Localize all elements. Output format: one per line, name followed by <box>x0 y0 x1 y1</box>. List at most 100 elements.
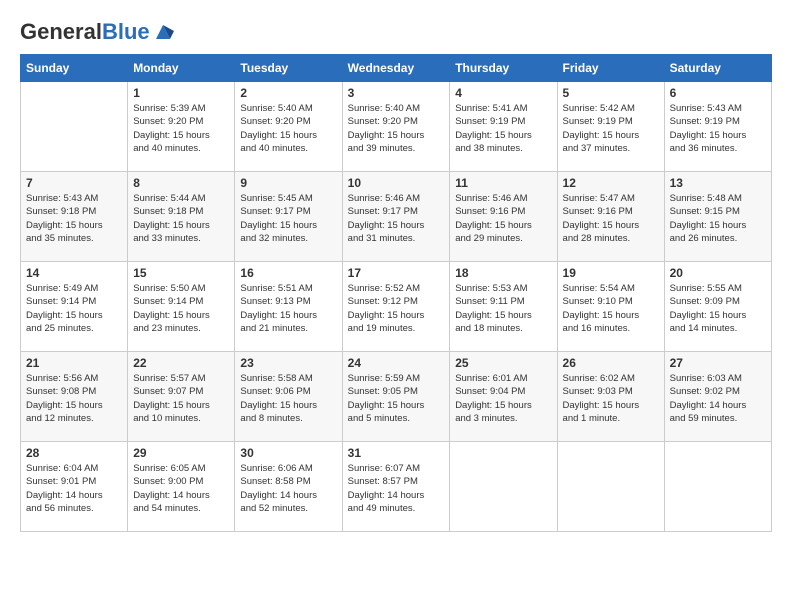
calendar-cell <box>664 442 771 532</box>
day-number: 20 <box>670 266 766 280</box>
calendar-cell: 25 Sunrise: 6:01 AM Sunset: 9:04 PM Dayli… <box>450 352 557 442</box>
day-number: 27 <box>670 356 766 370</box>
day-number: 16 <box>240 266 336 280</box>
week-row-5: 28 Sunrise: 6:04 AM Sunset: 9:01 PM Dayli… <box>21 442 772 532</box>
day-number: 6 <box>670 86 766 100</box>
day-info: Sunrise: 6:01 AM Sunset: 9:04 PM Dayligh… <box>455 372 551 425</box>
calendar-cell: 7 Sunrise: 5:43 AM Sunset: 9:18 PM Daylig… <box>21 172 128 262</box>
day-info: Sunrise: 6:05 AM Sunset: 9:00 PM Dayligh… <box>133 462 229 515</box>
day-number: 17 <box>348 266 445 280</box>
week-row-4: 21Sunrise: 5:56 AM Sunset: 9:08 PM Dayli… <box>21 352 772 442</box>
calendar-cell: 20 Sunrise: 5:55 AM Sunset: 9:09 PM Dayli… <box>664 262 771 352</box>
column-header-saturday: Saturday <box>664 55 771 82</box>
day-number: 1 <box>133 86 229 100</box>
day-info: Sunrise: 6:02 AM Sunset: 9:03 PM Dayligh… <box>563 372 659 425</box>
day-number: 29 <box>133 446 229 460</box>
calendar-cell: 21Sunrise: 5:56 AM Sunset: 9:08 PM Dayli… <box>21 352 128 442</box>
day-info: Sunrise: 5:40 AM Sunset: 9:20 PM Dayligh… <box>348 102 445 155</box>
calendar-cell: 16 Sunrise: 5:51 AM Sunset: 9:13 PM Dayli… <box>235 262 342 352</box>
calendar-body: 1 Sunrise: 5:39 AM Sunset: 9:20 PM Daylig… <box>21 82 772 532</box>
column-header-monday: Monday <box>128 55 235 82</box>
calendar-cell: 5Sunrise: 5:42 AM Sunset: 9:19 PM Daylig… <box>557 82 664 172</box>
day-number: 25 <box>455 356 551 370</box>
calendar-cell: 19 Sunrise: 5:54 AM Sunset: 9:10 PM Dayli… <box>557 262 664 352</box>
day-number: 30 <box>240 446 336 460</box>
calendar-cell: 1 Sunrise: 5:39 AM Sunset: 9:20 PM Daylig… <box>128 82 235 172</box>
calendar-cell <box>557 442 664 532</box>
calendar-table: SundayMondayTuesdayWednesdayThursdayFrid… <box>20 54 772 532</box>
calendar-cell: 2Sunrise: 5:40 AM Sunset: 9:20 PM Daylig… <box>235 82 342 172</box>
day-info: Sunrise: 5:52 AM Sunset: 9:12 PM Dayligh… <box>348 282 445 335</box>
day-info: Sunrise: 5:46 AM Sunset: 9:16 PM Dayligh… <box>455 192 551 245</box>
week-row-2: 7 Sunrise: 5:43 AM Sunset: 9:18 PM Daylig… <box>21 172 772 262</box>
calendar-cell: 31 Sunrise: 6:07 AM Sunset: 8:57 PM Dayli… <box>342 442 450 532</box>
day-info: Sunrise: 5:41 AM Sunset: 9:19 PM Dayligh… <box>455 102 551 155</box>
day-number: 15 <box>133 266 229 280</box>
calendar-cell: 12Sunrise: 5:47 AM Sunset: 9:16 PM Dayli… <box>557 172 664 262</box>
calendar-cell: 3 Sunrise: 5:40 AM Sunset: 9:20 PM Daylig… <box>342 82 450 172</box>
calendar-cell <box>21 82 128 172</box>
day-number: 28 <box>26 446 122 460</box>
calendar-cell: 26 Sunrise: 6:02 AM Sunset: 9:03 PM Dayli… <box>557 352 664 442</box>
calendar-cell: 11 Sunrise: 5:46 AM Sunset: 9:16 PM Dayli… <box>450 172 557 262</box>
day-info: Sunrise: 5:54 AM Sunset: 9:10 PM Dayligh… <box>563 282 659 335</box>
day-number: 19 <box>563 266 659 280</box>
day-info: Sunrise: 5:43 AM Sunset: 9:18 PM Dayligh… <box>26 192 122 245</box>
day-info: Sunrise: 5:40 AM Sunset: 9:20 PM Dayligh… <box>240 102 336 155</box>
day-number: 4 <box>455 86 551 100</box>
page-header: GeneralBlue <box>20 20 772 44</box>
logo-blue: Blue <box>102 19 150 44</box>
day-number: 22 <box>133 356 229 370</box>
day-info: Sunrise: 6:03 AM Sunset: 9:02 PM Dayligh… <box>670 372 766 425</box>
calendar-cell: 24Sunrise: 5:59 AM Sunset: 9:05 PM Dayli… <box>342 352 450 442</box>
day-info: Sunrise: 5:57 AM Sunset: 9:07 PM Dayligh… <box>133 372 229 425</box>
day-info: Sunrise: 6:04 AM Sunset: 9:01 PM Dayligh… <box>26 462 122 515</box>
calendar-cell <box>450 442 557 532</box>
day-number: 31 <box>348 446 445 460</box>
week-row-1: 1 Sunrise: 5:39 AM Sunset: 9:20 PM Daylig… <box>21 82 772 172</box>
day-info: Sunrise: 5:59 AM Sunset: 9:05 PM Dayligh… <box>348 372 445 425</box>
day-number: 8 <box>133 176 229 190</box>
day-info: Sunrise: 5:39 AM Sunset: 9:20 PM Dayligh… <box>133 102 229 155</box>
day-number: 14 <box>26 266 122 280</box>
calendar-cell: 23Sunrise: 5:58 AM Sunset: 9:06 PM Dayli… <box>235 352 342 442</box>
calendar-cell: 30Sunrise: 6:06 AM Sunset: 8:58 PM Dayli… <box>235 442 342 532</box>
day-info: Sunrise: 5:46 AM Sunset: 9:17 PM Dayligh… <box>348 192 445 245</box>
logo-general: General <box>20 19 102 44</box>
calendar-cell: 17 Sunrise: 5:52 AM Sunset: 9:12 PM Dayli… <box>342 262 450 352</box>
calendar-cell: 28 Sunrise: 6:04 AM Sunset: 9:01 PM Dayli… <box>21 442 128 532</box>
column-header-tuesday: Tuesday <box>235 55 342 82</box>
calendar-cell: 4 Sunrise: 5:41 AM Sunset: 9:19 PM Daylig… <box>450 82 557 172</box>
day-info: Sunrise: 5:55 AM Sunset: 9:09 PM Dayligh… <box>670 282 766 335</box>
day-number: 11 <box>455 176 551 190</box>
column-header-sunday: Sunday <box>21 55 128 82</box>
day-info: Sunrise: 5:49 AM Sunset: 9:14 PM Dayligh… <box>26 282 122 335</box>
day-number: 18 <box>455 266 551 280</box>
day-number: 23 <box>240 356 336 370</box>
day-info: Sunrise: 5:53 AM Sunset: 9:11 PM Dayligh… <box>455 282 551 335</box>
day-info: Sunrise: 5:50 AM Sunset: 9:14 PM Dayligh… <box>133 282 229 335</box>
day-info: Sunrise: 5:42 AM Sunset: 9:19 PM Dayligh… <box>563 102 659 155</box>
calendar-cell: 29 Sunrise: 6:05 AM Sunset: 9:00 PM Dayli… <box>128 442 235 532</box>
calendar-cell: 6Sunrise: 5:43 AM Sunset: 9:19 PM Daylig… <box>664 82 771 172</box>
logo-icon <box>152 21 174 43</box>
day-number: 9 <box>240 176 336 190</box>
day-number: 26 <box>563 356 659 370</box>
day-info: Sunrise: 5:47 AM Sunset: 9:16 PM Dayligh… <box>563 192 659 245</box>
column-header-wednesday: Wednesday <box>342 55 450 82</box>
calendar-cell: 10Sunrise: 5:46 AM Sunset: 9:17 PM Dayli… <box>342 172 450 262</box>
day-info: Sunrise: 5:48 AM Sunset: 9:15 PM Dayligh… <box>670 192 766 245</box>
day-info: Sunrise: 6:07 AM Sunset: 8:57 PM Dayligh… <box>348 462 445 515</box>
calendar-header: SundayMondayTuesdayWednesdayThursdayFrid… <box>21 55 772 82</box>
calendar-cell: 9Sunrise: 5:45 AM Sunset: 9:17 PM Daylig… <box>235 172 342 262</box>
week-row-3: 14 Sunrise: 5:49 AM Sunset: 9:14 PM Dayli… <box>21 262 772 352</box>
day-info: Sunrise: 5:44 AM Sunset: 9:18 PM Dayligh… <box>133 192 229 245</box>
day-info: Sunrise: 5:56 AM Sunset: 9:08 PM Dayligh… <box>26 372 122 425</box>
day-number: 3 <box>348 86 445 100</box>
day-info: Sunrise: 5:51 AM Sunset: 9:13 PM Dayligh… <box>240 282 336 335</box>
column-header-thursday: Thursday <box>450 55 557 82</box>
day-number: 13 <box>670 176 766 190</box>
calendar-cell: 13 Sunrise: 5:48 AM Sunset: 9:15 PM Dayli… <box>664 172 771 262</box>
day-number: 7 <box>26 176 122 190</box>
header-row: SundayMondayTuesdayWednesdayThursdayFrid… <box>21 55 772 82</box>
